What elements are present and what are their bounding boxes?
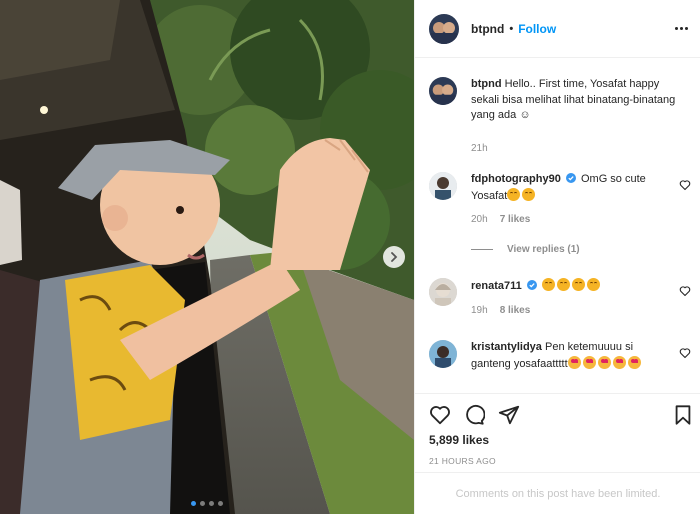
comment-age[interactable]: 19h [471,303,488,319]
caption-avatar[interactable] [429,77,457,105]
post-side-panel: btpnd • Follow btpnd Hello.. First time,… [414,0,700,514]
smiling-face-icon [556,278,570,291]
like-comment-heart-icon[interactable] [679,347,691,359]
caption-age[interactable]: 21h [471,141,488,157]
commenter-avatar[interactable] [429,172,457,200]
carousel-indicator [0,501,414,506]
heart-eyes-face-icon [627,355,641,369]
caption-text: Hello.. First time, Yosafat happy sekali… [471,78,676,121]
heart-eyes-face-icon [582,355,596,369]
comment-item: kristantylidya Pen ketemuuuu si ganteng … [429,340,691,372]
post-photo[interactable] [0,0,414,514]
heart-icon[interactable] [429,404,451,426]
smiling-face-icon [571,278,585,291]
bookmark-icon[interactable] [672,404,694,426]
follow-button[interactable]: Follow [518,22,556,36]
smiling-face-icon [522,187,536,201]
comment-likes[interactable]: 7 likes [500,212,531,228]
commenter-username[interactable]: renata711 [471,280,522,292]
heart-eyes-face-icon [567,355,581,369]
likes-count[interactable]: 5,899 likes [429,433,489,447]
post-actions-bar [415,393,700,435]
separator-dot: • [509,22,514,35]
comment-item: fdphotography90 OmG so cute Yosafat 20h … [429,172,691,228]
commenter-avatar[interactable] [429,340,457,368]
author-avatar[interactable] [429,13,459,44]
carousel-dot[interactable] [200,501,205,506]
comment-likes[interactable]: 8 likes [500,303,531,319]
replies-divider-line [471,249,493,250]
view-replies-label: View replies (1) [507,244,580,255]
like-comment-heart-icon[interactable] [679,179,691,191]
carousel-dot[interactable] [191,501,196,506]
carousel-dot[interactable] [218,501,223,506]
post-header: btpnd • Follow [415,0,700,58]
verified-badge-icon [526,280,537,290]
author-username[interactable]: btpnd [471,22,504,36]
carousel-dot[interactable] [209,501,214,506]
photo-image [0,0,414,514]
commenter-username[interactable]: kristantylidya [471,341,542,353]
commenter-avatar[interactable] [429,278,457,306]
smiling-face-icon [541,278,555,291]
post-caption: btpnd Hello.. First time, Yosafat happy … [429,77,691,156]
smiling-face-icon [507,187,521,201]
next-slide-button[interactable] [383,246,405,268]
commenter-username[interactable]: fdphotography90 [471,173,561,185]
view-replies-button[interactable]: View replies (1) [471,244,580,255]
heart-eyes-face-icon [612,355,626,369]
comment-item: renata711 19h 8 likes [429,278,691,318]
comment-age[interactable]: 20h [471,212,488,228]
like-comment-heart-icon[interactable] [679,285,691,297]
verified-badge-icon [565,173,576,183]
more-options-icon[interactable] [673,20,689,36]
heart-eyes-face-icon [597,355,611,369]
post-timestamp[interactable]: 21 HOURS AGO [429,456,496,466]
comments-limited-notice: Comments on this post have been limited. [415,472,700,514]
comment-icon[interactable] [463,404,485,426]
caption-username[interactable]: btpnd [471,78,502,90]
chevron-right-icon [391,252,398,262]
share-icon[interactable] [498,404,520,426]
smiling-face-icon [586,278,600,291]
instagram-post-window: btpnd • Follow btpnd Hello.. First time,… [0,0,700,514]
